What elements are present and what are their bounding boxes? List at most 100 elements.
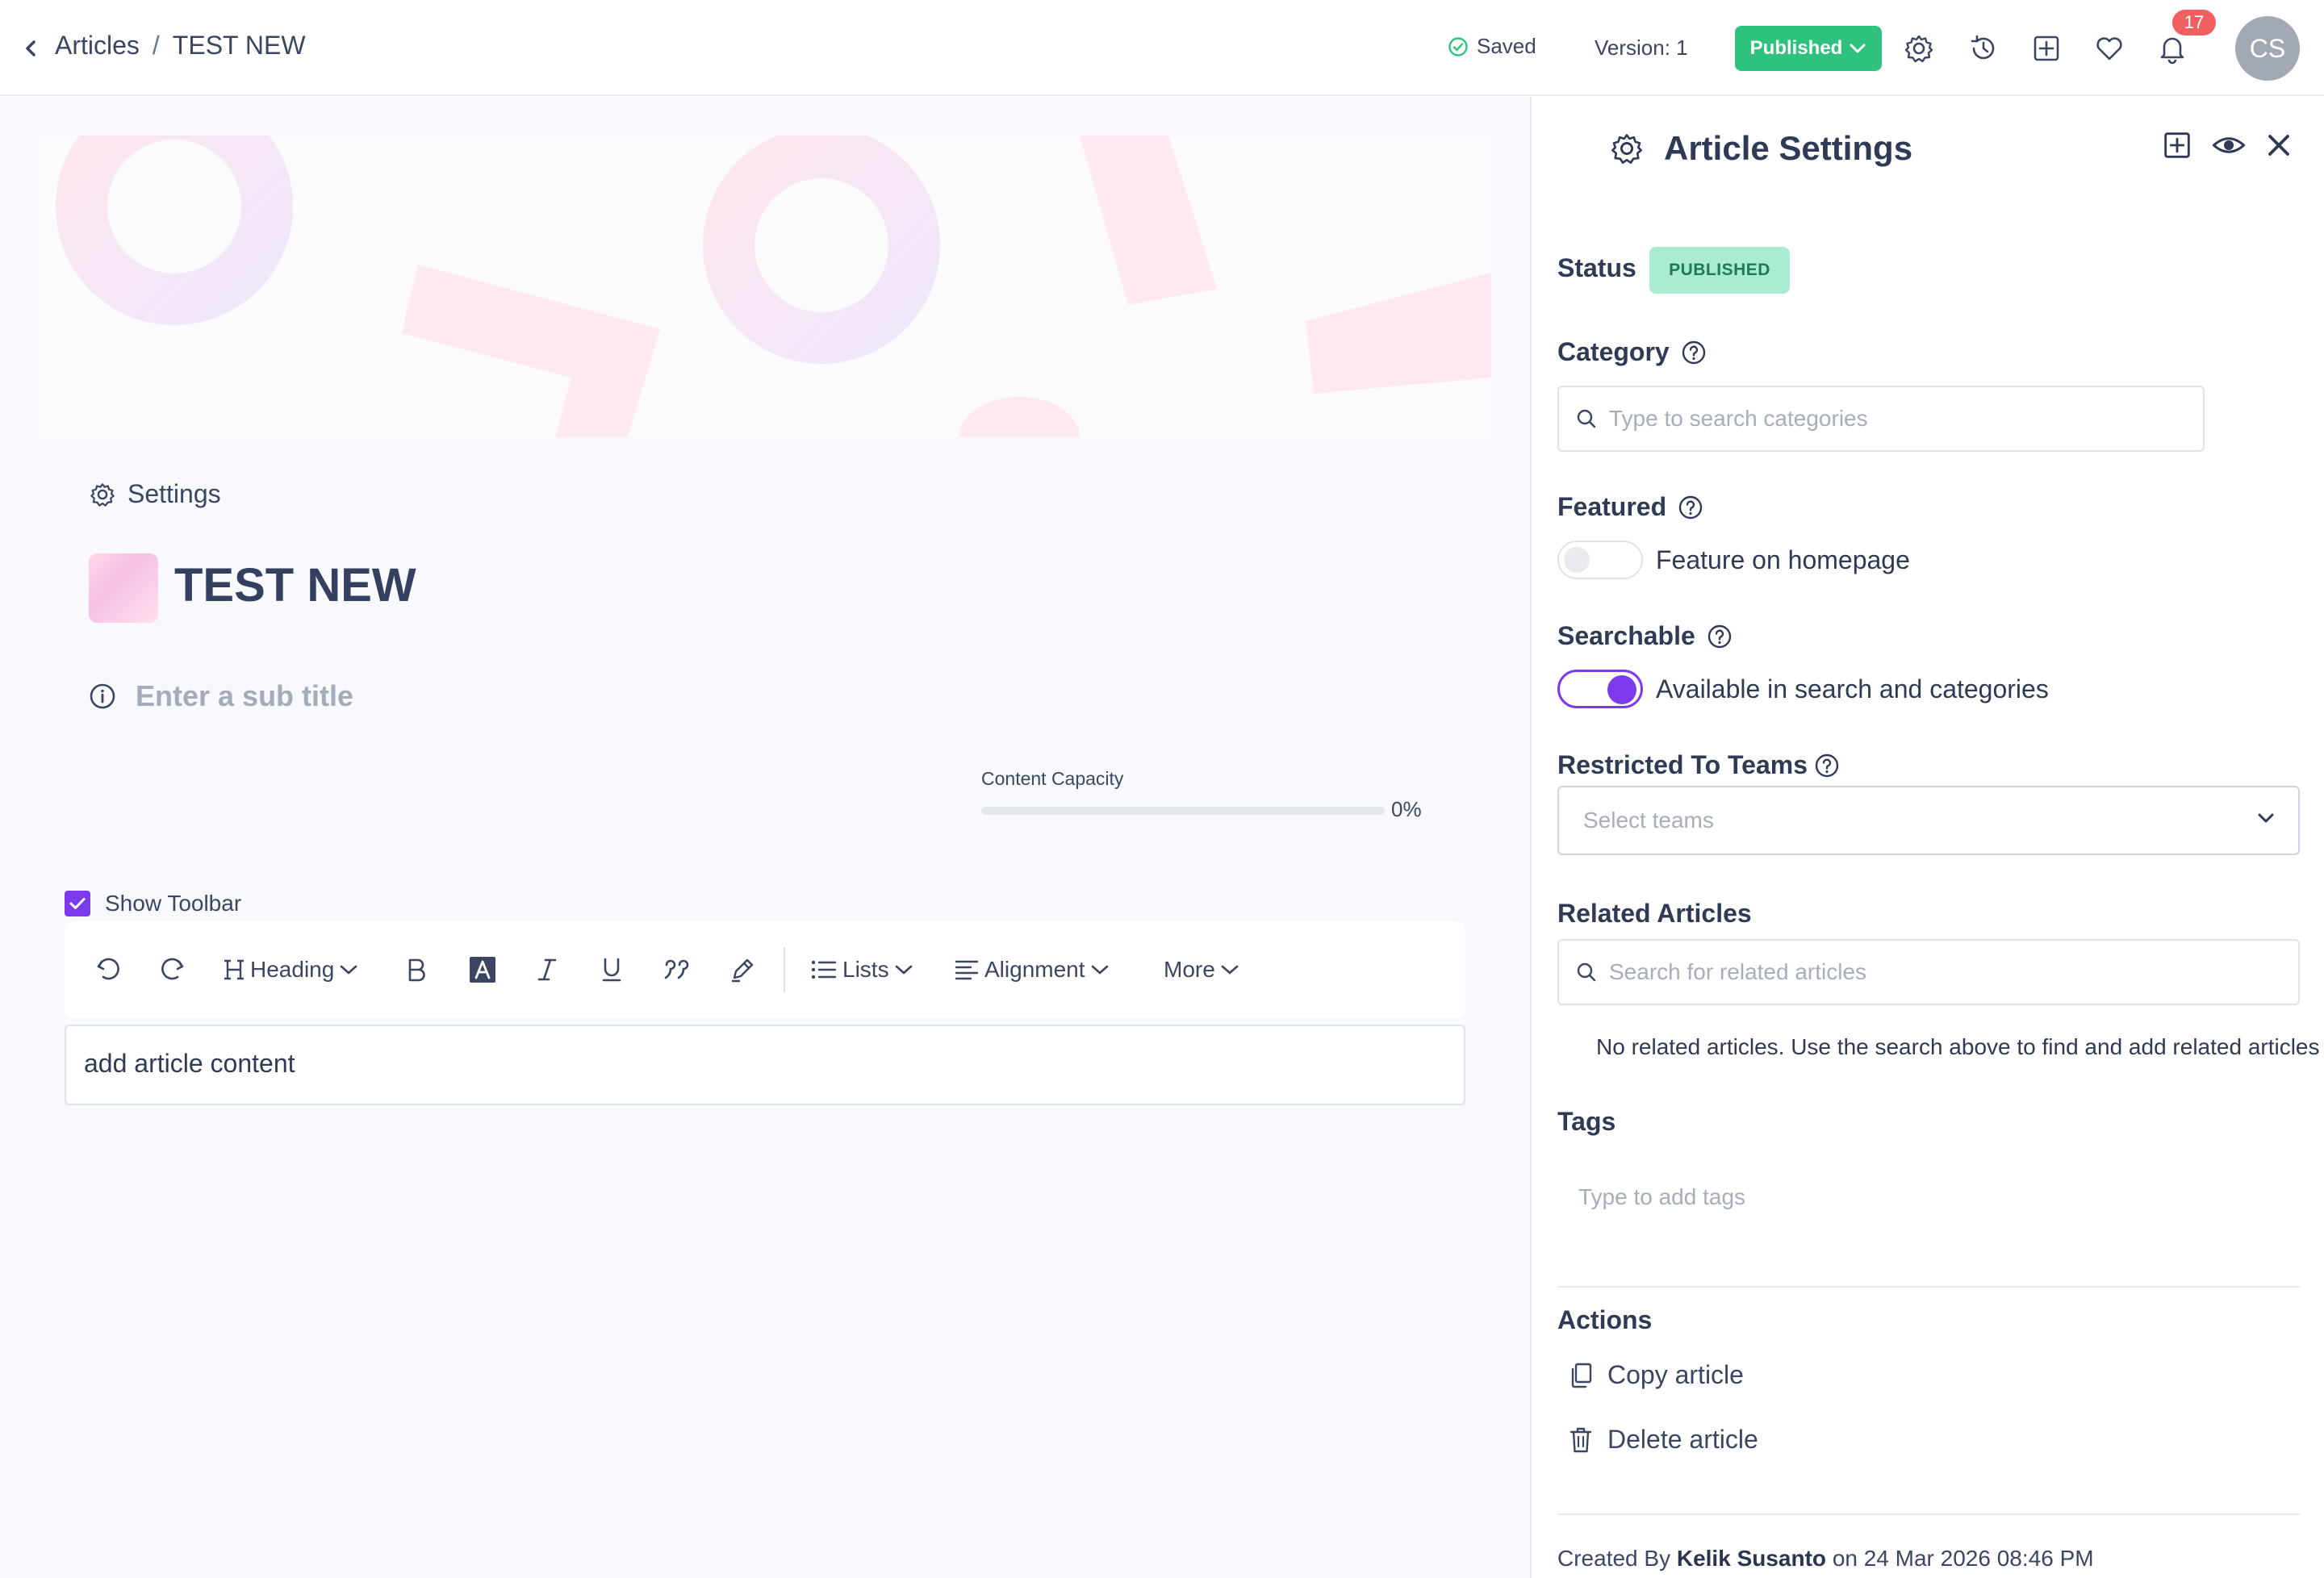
formatting-toolbar: Heading Lists Alignment More [65,921,1465,1018]
text-highlight-icon[interactable] [468,950,497,989]
more-label: More [1164,957,1215,982]
content-capacity-label: Content Capacity [981,768,1124,789]
created-by-author: Kelik Susanto [1676,1546,1827,1571]
show-toolbar-label: Show Toolbar [105,891,242,916]
teams-select[interactable]: Select teams [1557,786,2300,855]
related-articles-search-input[interactable]: Search for related articles [1557,939,2300,1005]
saved-label: Saved [1477,34,1536,58]
italic-icon[interactable] [534,950,560,989]
gear-icon [89,481,116,508]
cover-image[interactable] [39,136,1491,437]
teams-select-placeholder: Select teams [1583,808,1714,833]
teams-label: Restricted To Teams [1557,750,1840,780]
history-icon[interactable] [1967,32,2000,65]
user-avatar[interactable]: CS [2235,16,2300,81]
content-capacity-percent: 0% [1391,797,1422,821]
created-by-info: Created By Kelik Susanto on 24 Mar 2026 … [1557,1546,2094,1572]
chevron-down-icon [1849,43,1866,54]
searchable-toggle[interactable] [1557,670,1643,708]
bold-icon[interactable] [403,950,429,989]
align-left-icon [954,958,980,982]
heading-label: Heading [250,957,335,982]
article-icon-picker[interactable] [89,553,158,623]
featured-toggle-row: Feature on homepage [1557,541,1910,579]
chevron-down-icon [2256,812,2276,824]
subtitle-field[interactable]: Enter a sub title [89,679,353,713]
notification-count-badge: 17 [2172,10,2216,35]
lists-dropdown[interactable]: Lists [810,950,913,989]
gear-icon [1609,131,1645,166]
category-label-text: Category [1557,337,1670,366]
article-settings-link[interactable]: Settings [89,479,221,509]
copy-article-button[interactable]: Copy article [1569,1360,1744,1390]
search-icon [1575,407,1598,430]
divider [1557,1286,2300,1288]
alignment-dropdown[interactable]: Alignment [954,950,1110,989]
chevron-down-icon [894,964,913,975]
close-icon[interactable] [2261,127,2297,163]
related-articles-empty-message: No related articles. Use the search abov… [1596,1034,2320,1059]
check-circle-icon [1448,36,1469,57]
highlighter-pen-icon[interactable] [728,950,757,989]
toolbar-divider [784,947,785,992]
category-search-placeholder: Type to search categories [1609,406,1868,431]
chevron-down-icon [1220,964,1239,975]
article-settings-panel: Article Settings Status PUBLISHED Catego… [1530,97,2324,1578]
related-articles-label: Related Articles [1557,899,1752,928]
help-circle-icon[interactable] [1681,340,1707,365]
category-search-input[interactable]: Type to search categories [1557,386,2205,452]
related-articles-placeholder: Search for related articles [1609,959,1867,984]
help-circle-icon[interactable] [1707,624,1733,649]
status-label: Status [1557,253,1636,282]
featured-label-text: Featured [1557,492,1667,521]
actions-label: Actions [1557,1305,1653,1334]
plus-square-icon[interactable] [2030,32,2063,65]
status-badge: PUBLISHED [1649,247,1790,294]
version-label: Version: 1 [1595,35,1688,60]
plus-square-icon[interactable] [2159,127,2195,163]
settings-label: Settings [127,479,221,508]
back-chevron-icon[interactable] [19,35,42,61]
created-on-date: on 24 Mar 2026 08:46 PM [1832,1546,2094,1571]
subtitle-placeholder: Enter a sub title [136,679,354,712]
help-circle-icon[interactable] [1814,753,1840,779]
teams-label-text: Restricted To Teams [1557,750,1808,779]
featured-toggle[interactable] [1557,541,1643,579]
featured-label: Featured [1557,492,1703,522]
more-dropdown[interactable]: More [1164,950,1239,989]
searchable-toggle-label: Available in search and categories [1656,674,2049,703]
save-status: Saved [1448,34,1536,59]
underline-icon[interactable] [599,950,625,989]
heart-icon[interactable] [2093,32,2125,65]
delete-article-button[interactable]: Delete article [1569,1425,1758,1455]
list-icon [810,958,838,982]
gear-icon[interactable] [1903,32,1935,65]
divider [1557,1513,2300,1515]
undo-icon[interactable] [92,950,124,989]
redo-icon[interactable] [157,950,189,989]
help-circle-icon[interactable] [1678,495,1703,520]
category-label: Category [1557,337,1707,367]
breadcrumb-articles-link[interactable]: Articles [55,31,140,61]
delete-article-label: Delete article [1607,1425,1758,1454]
tags-input[interactable]: Type to add tags [1578,1184,1745,1210]
heading-dropdown[interactable]: Heading [223,950,358,989]
quote-icon[interactable] [662,950,694,989]
top-bar: Articles / TEST NEW Saved Version: 1 Pub… [0,0,2324,96]
alignment-label: Alignment [984,957,1085,982]
publish-status-button[interactable]: Published [1735,26,1882,71]
publish-button-label: Published [1749,37,1843,59]
chevron-down-icon [339,964,358,975]
panel-title: Article Settings [1609,129,1912,168]
panel-title-text: Article Settings [1664,129,1913,167]
breadcrumb-separator: / [152,31,160,60]
article-content-editor[interactable]: add article content [65,1025,1465,1105]
article-title[interactable]: TEST NEW [174,558,416,612]
content-capacity-bar [981,807,1385,815]
eye-icon[interactable] [2211,127,2247,163]
created-by-prefix: Created By [1557,1546,1671,1571]
breadcrumb-current: TEST NEW [172,31,306,60]
show-toolbar-checkbox[interactable] [65,891,90,916]
bell-icon[interactable] [2156,32,2188,65]
editor-area: Settings TEST NEW Enter a sub title Cont… [0,97,1530,1578]
